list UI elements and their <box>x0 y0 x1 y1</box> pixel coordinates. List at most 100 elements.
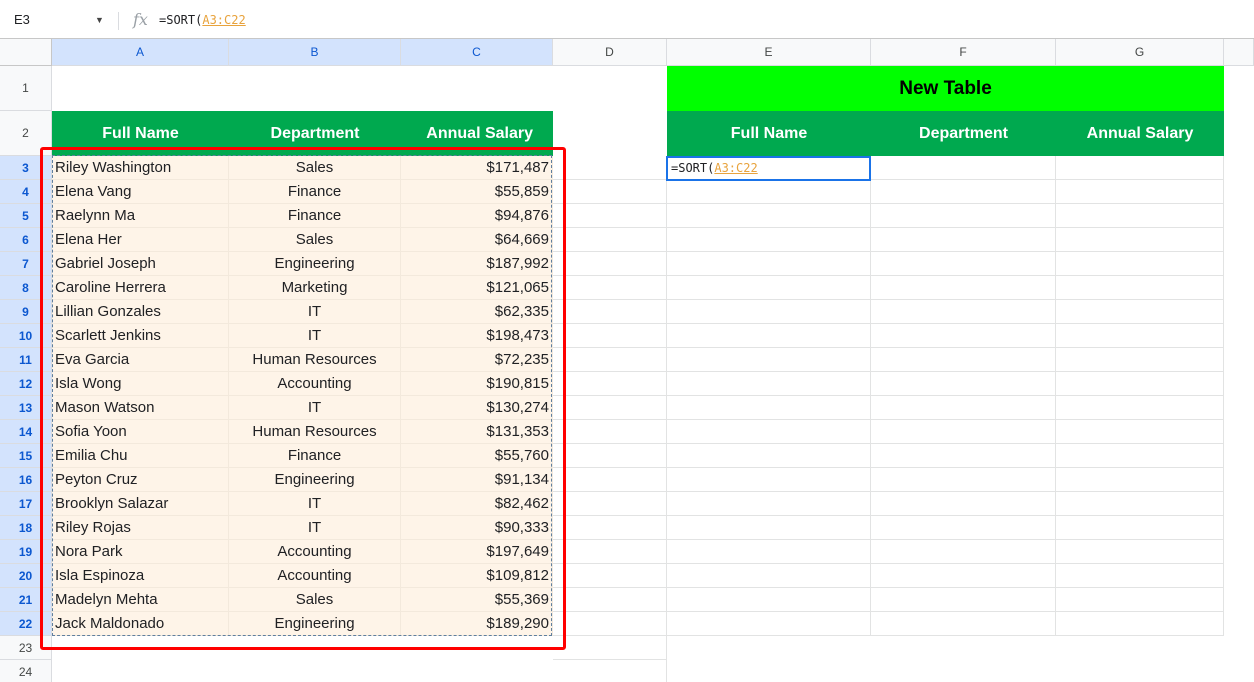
row-header-22[interactable]: 22 <box>0 612 52 636</box>
table-cell[interactable]: $55,369 <box>401 588 553 612</box>
row-header-4[interactable]: 4 <box>0 180 52 204</box>
table-cell[interactable]: $131,353 <box>401 420 553 444</box>
table-cell[interactable]: $197,649 <box>401 540 553 564</box>
cell[interactable] <box>871 204 1056 228</box>
cell[interactable] <box>1056 228 1224 252</box>
cell[interactable] <box>871 588 1056 612</box>
cell[interactable] <box>553 396 667 420</box>
table-cell[interactable]: IT <box>229 300 401 324</box>
new-table-title[interactable]: New Table <box>667 66 1224 111</box>
cell[interactable] <box>667 276 871 300</box>
row-header-23[interactable]: 23 <box>0 636 52 660</box>
table-cell[interactable]: Finance <box>229 204 401 228</box>
cell[interactable] <box>871 180 1056 204</box>
cell[interactable] <box>1056 468 1224 492</box>
cell[interactable] <box>553 540 667 564</box>
table-cell[interactable]: Sales <box>229 228 401 252</box>
cell[interactable] <box>871 420 1056 444</box>
cell[interactable] <box>1056 612 1224 636</box>
cell[interactable] <box>1056 492 1224 516</box>
cell[interactable] <box>553 468 667 492</box>
cell[interactable] <box>1056 420 1224 444</box>
table-cell[interactable]: $91,134 <box>401 468 553 492</box>
cell[interactable] <box>871 372 1056 396</box>
active-cell-editor[interactable]: =SORT(A3:C22 <box>666 156 871 181</box>
table-header-full-name[interactable]: Full Name <box>52 111 229 156</box>
table-cell[interactable]: Emilia Chu <box>52 444 229 468</box>
cell[interactable] <box>1056 204 1224 228</box>
table-cell[interactable]: Human Resources <box>229 420 401 444</box>
cell[interactable] <box>667 516 871 540</box>
table-cell[interactable]: $171,487 <box>401 156 553 180</box>
cell[interactable] <box>667 228 871 252</box>
cell[interactable] <box>1056 180 1224 204</box>
table-cell[interactable]: Mason Watson <box>52 396 229 420</box>
cell[interactable] <box>871 612 1056 636</box>
table-cell[interactable]: Nora Park <box>52 540 229 564</box>
cell[interactable] <box>667 396 871 420</box>
cell[interactable] <box>553 156 667 180</box>
table-cell[interactable]: $90,333 <box>401 516 553 540</box>
cell[interactable] <box>1056 276 1224 300</box>
table-cell[interactable]: $55,760 <box>401 444 553 468</box>
table-cell[interactable]: Engineering <box>229 612 401 636</box>
cell[interactable] <box>1056 516 1224 540</box>
table-cell[interactable]: Sofia Yoon <box>52 420 229 444</box>
table-cell[interactable]: Madelyn Mehta <box>52 588 229 612</box>
cell[interactable] <box>553 612 667 636</box>
table-cell[interactable]: $62,335 <box>401 300 553 324</box>
cell[interactable] <box>667 252 871 276</box>
name-box[interactable]: E3 ▼ <box>0 6 112 34</box>
table-cell[interactable]: Elena Vang <box>52 180 229 204</box>
table-cell[interactable]: Gabriel Joseph <box>52 252 229 276</box>
table-header-department[interactable]: Department <box>229 111 401 156</box>
row-header-8[interactable]: 8 <box>0 276 52 300</box>
cell[interactable] <box>667 300 871 324</box>
new-table-header-annual-salary[interactable]: Annual Salary <box>1056 111 1224 156</box>
cell[interactable] <box>871 444 1056 468</box>
table-cell[interactable]: $94,876 <box>401 204 553 228</box>
cell[interactable] <box>871 468 1056 492</box>
cell[interactable] <box>553 300 667 324</box>
cell[interactable] <box>667 468 871 492</box>
row-header-14[interactable]: 14 <box>0 420 52 444</box>
cell[interactable] <box>553 516 667 540</box>
new-table-header-department[interactable]: Department <box>871 111 1056 156</box>
cell[interactable] <box>553 636 667 660</box>
cell[interactable] <box>1056 348 1224 372</box>
cell[interactable] <box>1056 564 1224 588</box>
cell[interactable] <box>1056 324 1224 348</box>
row-header-21[interactable]: 21 <box>0 588 52 612</box>
table-cell[interactable]: Accounting <box>229 540 401 564</box>
cell[interactable] <box>553 660 667 682</box>
column-header-b[interactable]: B <box>229 39 401 66</box>
row-header-2[interactable]: 2 <box>0 111 52 156</box>
cell[interactable] <box>1056 252 1224 276</box>
row-header-17[interactable]: 17 <box>0 492 52 516</box>
table-cell[interactable]: Lillian Gonzales <box>52 300 229 324</box>
table-cell[interactable]: Raelynn Ma <box>52 204 229 228</box>
table-cell[interactable]: Jack Maldonado <box>52 612 229 636</box>
row-header-19[interactable]: 19 <box>0 540 52 564</box>
cell[interactable] <box>553 564 667 588</box>
table-cell[interactable]: $121,065 <box>401 276 553 300</box>
table-cell[interactable]: Accounting <box>229 564 401 588</box>
column-header-c[interactable]: C <box>401 39 553 66</box>
cell[interactable] <box>667 324 871 348</box>
cell[interactable] <box>871 564 1056 588</box>
cell[interactable] <box>667 204 871 228</box>
cell[interactable] <box>667 180 871 204</box>
table-cell[interactable]: IT <box>229 324 401 348</box>
row-header-9[interactable]: 9 <box>0 300 52 324</box>
table-cell[interactable]: Human Resources <box>229 348 401 372</box>
cell[interactable] <box>553 588 667 612</box>
cell[interactable] <box>871 324 1056 348</box>
table-cell[interactable]: $198,473 <box>401 324 553 348</box>
cell[interactable] <box>553 348 667 372</box>
row-header-15[interactable]: 15 <box>0 444 52 468</box>
cell[interactable] <box>1056 372 1224 396</box>
cell[interactable] <box>667 588 871 612</box>
table-cell[interactable]: $72,235 <box>401 348 553 372</box>
table-cell[interactable]: IT <box>229 516 401 540</box>
formula-input[interactable]: =SORT(A3:C22 <box>159 13 246 27</box>
